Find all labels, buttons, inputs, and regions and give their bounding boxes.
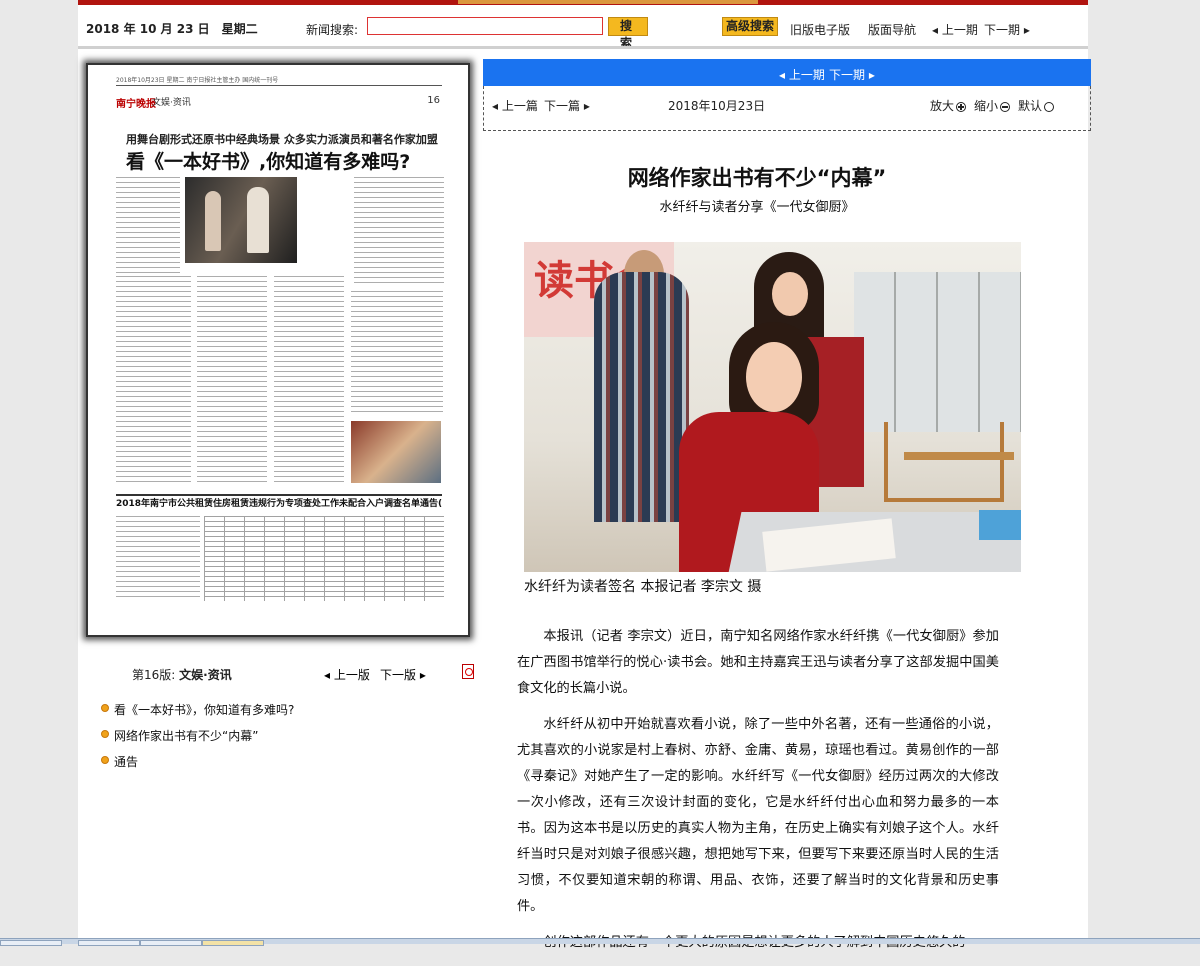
zoom-out-label: 缩小 bbox=[974, 99, 999, 113]
bullet-icon bbox=[101, 756, 109, 764]
next-article-link[interactable]: 下一篇 ▸ bbox=[544, 97, 590, 114]
thumb-signing-photo bbox=[351, 421, 441, 483]
list-item-title[interactable]: 网络作家出书有不少“内幕” bbox=[114, 729, 258, 743]
thumb-section-name: 文娱·资讯 bbox=[152, 98, 191, 108]
thumb-text-block bbox=[197, 276, 267, 486]
issue-nav-bar: ◂ 上一期 下一期 ▸ bbox=[483, 59, 1091, 86]
search-button[interactable]: 搜 索 bbox=[608, 17, 648, 50]
zoom-in-icon bbox=[956, 102, 967, 112]
os-taskbar bbox=[0, 938, 1200, 946]
issue-next-link[interactable]: 下一期 ▸ bbox=[829, 66, 875, 83]
page-thumbnail[interactable]: 2018年10月23日 星期二 南宁日报社主管主办 国内统一刊号 南宁晚报 文娱… bbox=[86, 63, 470, 637]
thumb-pre-title: 用舞台剧形式还原书中经典场景 众多实力派演员和著名作家加盟 bbox=[126, 133, 438, 146]
article-list: 看《一本好书》，你知道有多难吗? 网络作家出书有不少“内幕” 通告 bbox=[100, 697, 460, 775]
article-body: 本报讯（记者 李宗文）近日，南宁知名网络作家水纤纤携《一代女御厨》参加在广西图书… bbox=[517, 624, 999, 966]
thumb-text-block bbox=[274, 276, 344, 486]
prev-article-link[interactable]: ◂ 上一篇 bbox=[492, 97, 538, 114]
article-photo: 读书会 bbox=[524, 242, 1021, 572]
pdf-icon[interactable] bbox=[462, 664, 474, 679]
edition-label: 第16版: 文娱·资讯 bbox=[132, 666, 232, 683]
zoom-in-label: 放大 bbox=[930, 99, 955, 113]
zoom-out-button[interactable]: 缩小 bbox=[974, 97, 1011, 114]
thumb-text-block bbox=[351, 291, 443, 416]
zoom-default-icon bbox=[1044, 102, 1055, 112]
article-subtitle: 水纤纤与读者分享《一代女御厨》 bbox=[659, 200, 855, 215]
prev-edition-link[interactable]: ◂ 上一版 bbox=[324, 666, 370, 683]
thumb-header-text: 2018年10月23日 星期二 南宁日报社主管主办 国内统一刊号 bbox=[116, 77, 279, 84]
thumb-notice-text bbox=[116, 516, 200, 601]
thumb-text-block bbox=[354, 177, 444, 287]
top-toolbar: 2018 年 10 月 23 日 星期二 新闻搜索: 搜 索 高级搜索 旧版电子… bbox=[78, 8, 1088, 50]
article-title: 网络作家出书有不少“内幕” bbox=[627, 166, 887, 190]
thumb-brand-logo: 南宁晚报 bbox=[116, 99, 156, 110]
list-item[interactable]: 网络作家出书有不少“内幕” bbox=[100, 723, 460, 749]
list-item[interactable]: 通告 bbox=[100, 749, 460, 775]
article-nav: ◂ 上一篇 下一篇 ▸ 2018年10月23日 放大 缩小 默认 bbox=[483, 86, 1091, 131]
bullet-icon bbox=[101, 704, 109, 712]
search-label: 新闻搜索: bbox=[306, 23, 359, 37]
prev-issue-link[interactable]: ◂ 上一期 bbox=[932, 21, 978, 38]
list-item[interactable]: 看《一本好书》，你知道有多难吗? bbox=[100, 697, 460, 723]
toolbar-divider bbox=[78, 46, 1088, 49]
news-search-input[interactable] bbox=[367, 17, 603, 35]
current-date: 2018 年 10 月 23 日 星期二 bbox=[86, 22, 258, 36]
thumb-page-number: 16 bbox=[427, 95, 440, 106]
edition-pager: 第16版: 文娱·资讯 ◂ 上一版 下一版 ▸ bbox=[78, 660, 482, 684]
article-date: 2018年10月23日 bbox=[668, 99, 766, 113]
layout-nav-link[interactable]: 版面导航 bbox=[868, 21, 916, 38]
next-issue-link[interactable]: 下一期 ▸ bbox=[984, 21, 1030, 38]
zoom-out-icon bbox=[1000, 102, 1011, 112]
top-banner-strip bbox=[78, 0, 1088, 5]
taskbar-button[interactable] bbox=[78, 940, 140, 946]
article-paragraph: 水纤纤从初中开始就喜欢看小说，除了一些中外名著，还有一些通俗的小说，尤其喜欢的小… bbox=[517, 717, 999, 914]
zoom-default-button[interactable]: 默认 bbox=[1018, 97, 1055, 114]
thumb-header-rule bbox=[116, 85, 442, 86]
list-item-title[interactable]: 看《一本好书》，你知道有多难吗? bbox=[114, 703, 294, 717]
thumb-notice-banner: 2018年南宁市公共租赁住房租赁违规行为专项查处工作未配合入户调查名单通告(第二… bbox=[116, 494, 442, 510]
thumb-headline: 看《一本好书》,你知道有多难吗? bbox=[126, 151, 411, 173]
edition-number: 第16版: bbox=[132, 668, 176, 682]
zoom-in-button[interactable]: 放大 bbox=[930, 97, 967, 114]
taskbar-button[interactable] bbox=[0, 940, 62, 946]
edition-name: 文娱·资讯 bbox=[179, 668, 232, 682]
thumb-notice-table bbox=[204, 516, 444, 601]
article-paragraph: 本报讯（记者 李宗文）近日，南宁知名网络作家水纤纤携《一代女御厨》参加在广西图书… bbox=[517, 629, 999, 696]
thumb-text-block bbox=[116, 276, 191, 486]
issue-prev-link[interactable]: ◂ 上一期 bbox=[779, 66, 825, 83]
advanced-search-button[interactable]: 高级搜索 bbox=[722, 17, 779, 36]
zoom-default-label: 默认 bbox=[1018, 99, 1043, 113]
taskbar-button-active[interactable] bbox=[202, 940, 264, 946]
old-edition-link[interactable]: 旧版电子版 bbox=[790, 21, 850, 38]
list-item-title[interactable]: 通告 bbox=[114, 755, 138, 769]
bullet-icon bbox=[101, 730, 109, 738]
thumb-stage-photo bbox=[185, 177, 297, 263]
photo-caption: 水纤纤为读者签名 本报记者 李宗文 摄 bbox=[524, 579, 762, 595]
taskbar-button[interactable] bbox=[140, 940, 202, 946]
thumb-text-block bbox=[116, 177, 180, 273]
next-edition-link[interactable]: 下一版 ▸ bbox=[380, 666, 426, 683]
